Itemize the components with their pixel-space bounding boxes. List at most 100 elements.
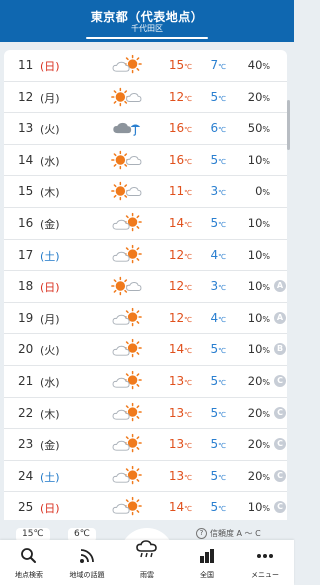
high-temp-value: 12 [168, 310, 185, 325]
precip-unit: % [262, 93, 270, 103]
low-temp-value: 5 [210, 89, 219, 104]
scrollbar[interactable] [287, 100, 290, 150]
precip-value: 10 [247, 279, 263, 294]
precip-unit: % [262, 251, 270, 261]
high-temp-value: 12 [168, 279, 185, 294]
low-temp-value: 5 [210, 405, 219, 420]
high-temp: 14℃ [162, 500, 192, 514]
low-temp-value: 4 [210, 247, 219, 262]
precip-unit: % [262, 378, 270, 387]
temp-unit: ℃ [218, 157, 226, 166]
high-temp-value: 13 [168, 468, 185, 483]
low-temp-value: 4 [210, 310, 219, 325]
cloudy-rain-weather-icon [113, 123, 141, 136]
day-of-week: (土) [40, 470, 60, 484]
precip-probability: 10% [236, 248, 270, 262]
temp-unit: ℃ [218, 94, 226, 103]
low-temp: 5℃ [198, 374, 226, 388]
rain-cloud-icon [136, 540, 157, 558]
temp-unit: ℃ [184, 94, 192, 103]
high-temp-value: 12 [168, 89, 185, 104]
temp-unit: ℃ [218, 189, 226, 198]
low-temp: 6℃ [198, 121, 226, 135]
high-temp-value: 14 [168, 500, 185, 515]
temp-unit: ℃ [184, 315, 192, 324]
temp-unit: ℃ [184, 189, 192, 198]
day-number: 18 [18, 279, 34, 294]
low-temp: 3℃ [198, 184, 226, 198]
temp-unit: ℃ [184, 347, 192, 356]
day-of-week: (火) [40, 123, 60, 137]
day-number: 22 [18, 405, 34, 420]
info-icon[interactable]: ? [196, 528, 207, 539]
day-of-week: (木) [40, 407, 60, 421]
forecast-row: 16 (金) 14℃ 5℃ 10% [4, 208, 287, 240]
low-temp-value: 5 [210, 342, 219, 357]
temp-unit: ℃ [184, 252, 192, 261]
high-temp-value: 12 [168, 247, 185, 262]
low-temp: 5℃ [198, 216, 226, 230]
high-temp-value: 11 [168, 184, 185, 199]
forecast-row: 22 (木) 13℃ 5℃ 20% C [4, 398, 287, 430]
forecast-panel: 11 (日) 15℃ 7℃ 40% 12 (月) 12℃ 5℃ 20% 13 (火) 16℃ 6℃ 50% 1… [4, 50, 287, 520]
forecast-row: 25 (日) 14℃ 5℃ 10% C [4, 492, 287, 520]
cloudy-sunny-weather-icon [112, 212, 142, 232]
cloudy-sunny-weather-icon [112, 402, 142, 421]
low-temp: 5℃ [198, 437, 226, 451]
reliability-badge: C [274, 406, 286, 419]
high-temp: 11℃ [162, 184, 192, 198]
forecast-row: 23 (金) 13℃ 5℃ 20% C [4, 429, 287, 461]
temp-unit: ℃ [184, 126, 192, 135]
location-title[interactable]: 東京都（代表地点） [0, 0, 294, 24]
high-temp-value: 14 [168, 216, 185, 230]
cloudy-sunny-weather-icon [112, 54, 142, 74]
high-temp: 14℃ [162, 342, 192, 356]
low-temp: 5℃ [198, 469, 226, 483]
forecast-row: 14 (水) 16℃ 5℃ 10% [4, 145, 287, 177]
day-of-week: (月) [40, 91, 60, 105]
high-temp: 13℃ [162, 374, 192, 388]
precip-unit: % [262, 125, 270, 135]
precip-unit: % [262, 314, 270, 324]
low-temp: 7℃ [198, 58, 226, 72]
precip-probability: 20% [236, 437, 270, 451]
temp-unit: ℃ [184, 284, 192, 293]
precip-probability: 10% [236, 342, 270, 356]
cloudy-sunny-weather-icon [112, 339, 142, 358]
high-temp-value: 16 [168, 152, 185, 167]
temp-unit: ℃ [184, 442, 192, 451]
day-number: 17 [18, 247, 34, 262]
temp-unit: ℃ [218, 410, 226, 419]
temp-unit: ℃ [218, 505, 226, 514]
high-temp: 16℃ [162, 121, 192, 135]
high-temp: 12℃ [162, 248, 192, 262]
precip-value: 10 [247, 500, 263, 515]
precip-value: 20 [247, 437, 263, 452]
high-temp: 12℃ [162, 279, 192, 293]
low-temp-value: 5 [210, 500, 219, 515]
reliability-badge: C [274, 501, 286, 514]
low-temp-value: 3 [210, 184, 219, 199]
cloudy-sunny-weather-icon [112, 434, 142, 453]
high-temp: 13℃ [162, 406, 192, 420]
low-temp-value: 7 [210, 58, 219, 72]
precip-value: 10 [247, 152, 263, 167]
high-temp: 16℃ [162, 153, 192, 167]
precip-unit: % [262, 472, 270, 482]
day-of-week: (金) [40, 218, 60, 231]
forecast-row: 15 (木) 11℃ 3℃ 0% [4, 176, 287, 208]
low-temp: 5℃ [198, 500, 226, 514]
temp-unit: ℃ [218, 347, 226, 356]
day-of-week: (木) [40, 186, 60, 200]
low-temp: 4℃ [198, 248, 226, 262]
temp-unit: ℃ [184, 505, 192, 514]
high-temp: 12℃ [162, 90, 192, 104]
precip-probability: 0% [236, 184, 270, 198]
temp-unit: ℃ [218, 284, 226, 293]
precip-probability: 20% [236, 90, 270, 104]
temp-unit: ℃ [184, 379, 192, 387]
precip-value: 50 [247, 121, 263, 136]
day-number: 11 [18, 58, 34, 72]
precip-value: 10 [247, 342, 263, 357]
precip-value: 20 [247, 405, 263, 420]
